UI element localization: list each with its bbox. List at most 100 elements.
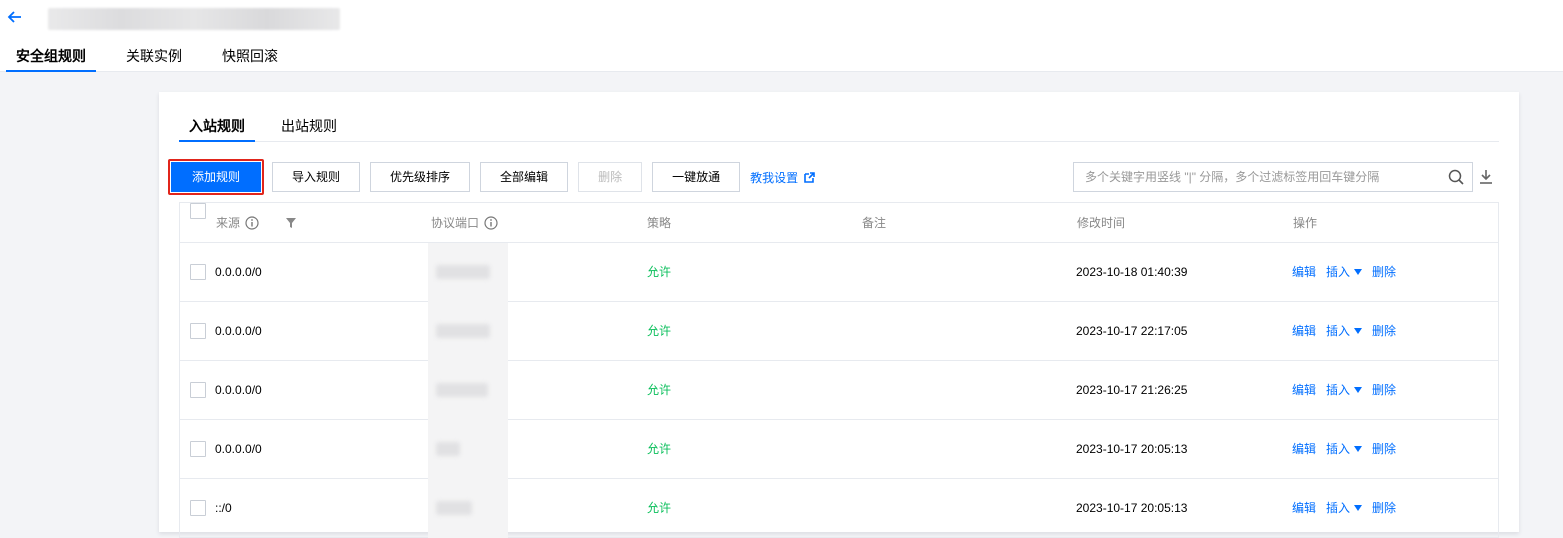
edit-link[interactable]: 编辑 — [1292, 420, 1316, 478]
external-link-icon — [804, 171, 815, 183]
page-tabs: 安全组规则 关联实例 快照回滚 — [6, 42, 308, 72]
info-icon[interactable] — [484, 216, 498, 230]
header-policy: 策略 — [647, 216, 672, 230]
redacted-protocol-port — [428, 420, 508, 479]
search-input[interactable] — [1074, 163, 1434, 191]
table-row: 0.0.0.0/0 允许 2023-10-17 21:26:25 编辑 插入 删除 — [180, 361, 1498, 420]
tab-security-group-rules[interactable]: 安全组规则 — [6, 42, 96, 72]
row-source: 0.0.0.0/0 — [215, 383, 262, 397]
header-modified-time: 修改时间 — [1077, 216, 1126, 230]
row-policy: 允许 — [647, 501, 672, 515]
one-click-allow-button[interactable]: 一键放通 — [652, 162, 741, 192]
tab-associated-instances[interactable]: 关联实例 — [116, 42, 192, 72]
caret-down-icon — [1354, 269, 1363, 275]
row-actions: 编辑 插入 删除 — [1292, 361, 1396, 419]
rules-card: 入站规则 出站规则 添加规则 导入规则 优先级排序 全部编辑 删除 一键放通 教… — [159, 92, 1519, 538]
delete-link[interactable]: 删除 — [1372, 479, 1396, 537]
delete-link[interactable]: 删除 — [1372, 243, 1396, 301]
insert-dropdown[interactable]: 插入 — [1326, 361, 1363, 419]
filter-icon[interactable] — [286, 218, 296, 228]
redacted-protocol-port — [428, 361, 508, 420]
insert-label: 插入 — [1326, 501, 1351, 515]
row-select — [190, 361, 210, 419]
header-protocol-port-label: 协议端口 — [431, 216, 480, 230]
caret-down-icon — [1354, 387, 1363, 393]
row-actions: 编辑 插入 删除 — [1292, 479, 1396, 537]
edit-link[interactable]: 编辑 — [1292, 361, 1316, 419]
row-source: 0.0.0.0/0 — [215, 265, 262, 279]
row-actions: 编辑 插入 删除 — [1292, 420, 1396, 478]
delete-link[interactable]: 删除 — [1372, 420, 1396, 478]
edit-all-button[interactable]: 全部编辑 — [480, 162, 569, 192]
delete-link[interactable]: 删除 — [1372, 361, 1396, 419]
rule-search — [1073, 162, 1473, 192]
caret-down-icon — [1354, 446, 1363, 452]
edit-link[interactable]: 编辑 — [1292, 243, 1316, 301]
table-row: 0.0.0.0/0 允许 2023-10-17 22:17:05 编辑 插入 删除 — [180, 302, 1498, 361]
table-header: 来源 协议端口 策略 备注 修改时间 操作 — [180, 203, 1498, 243]
row-source: 0.0.0.0/0 — [215, 442, 262, 456]
row-source: ::/0 — [215, 501, 232, 515]
table-body: 0.0.0.0/0 允许 2023-10-18 01:40:39 编辑 插入 删除 0.0.… — [180, 243, 1498, 538]
insert-label: 插入 — [1326, 265, 1351, 279]
insert-label: 插入 — [1326, 324, 1351, 338]
tab-inbound-rules[interactable]: 入站规则 — [179, 110, 255, 142]
download-icon[interactable] — [1479, 169, 1493, 185]
redacted-protocol-port — [428, 302, 508, 361]
info-icon[interactable] — [245, 216, 259, 230]
rule-direction-tabs: 入站规则 出站规则 — [179, 110, 1499, 142]
import-rules-button[interactable]: 导入规则 — [272, 162, 361, 192]
tab-outbound-rules[interactable]: 出站规则 — [271, 110, 347, 142]
row-modified-time: 2023-10-17 20:05:13 — [1076, 442, 1188, 456]
table-row: ::/0 允许 2023-10-17 20:05:13 编辑 插入 删除 — [180, 479, 1498, 538]
priority-sort-button[interactable]: 优先级排序 — [370, 162, 471, 192]
caret-down-icon — [1354, 505, 1363, 511]
edit-link[interactable]: 编辑 — [1292, 479, 1316, 537]
select-all-checkbox[interactable] — [190, 203, 206, 219]
insert-dropdown[interactable]: 插入 — [1326, 302, 1363, 360]
row-checkbox[interactable] — [190, 264, 206, 280]
row-checkbox[interactable] — [190, 500, 206, 516]
tab-snapshot-rollback[interactable]: 快照回滚 — [212, 42, 288, 72]
header-remark: 备注 — [862, 216, 887, 230]
table-row: 0.0.0.0/0 允许 2023-10-18 01:40:39 编辑 插入 删除 — [180, 243, 1498, 302]
row-checkbox[interactable] — [190, 323, 206, 339]
row-policy: 允许 — [647, 265, 672, 279]
header-protocol-port: 协议端口 — [431, 203, 498, 243]
redacted-page-title — [48, 8, 340, 30]
row-checkbox[interactable] — [190, 441, 206, 457]
row-policy: 允许 — [647, 383, 672, 397]
row-actions: 编辑 插入 删除 — [1292, 302, 1396, 360]
delete-button[interactable]: 删除 — [578, 162, 643, 192]
teach-me-label: 教我设置 — [750, 170, 799, 185]
add-rule-button[interactable]: 添加规则 — [171, 162, 262, 192]
row-modified-time: 2023-10-18 01:40:39 — [1076, 265, 1188, 279]
rules-toolbar: 添加规则 导入规则 优先级排序 全部编辑 删除 一键放通 教我设置 — [168, 159, 815, 195]
add-rule-highlight: 添加规则 — [168, 159, 265, 195]
teach-me-link[interactable]: 教我设置 — [750, 169, 815, 186]
top-bar: 安全组规则 关联实例 快照回滚 — [0, 0, 1563, 72]
row-checkbox[interactable] — [190, 382, 206, 398]
delete-link[interactable]: 删除 — [1372, 302, 1396, 360]
row-policy: 允许 — [647, 442, 672, 456]
row-modified-time: 2023-10-17 20:05:13 — [1076, 501, 1188, 515]
insert-dropdown[interactable]: 插入 — [1326, 243, 1363, 301]
row-select — [190, 420, 210, 478]
row-select — [190, 302, 210, 360]
row-select — [190, 479, 210, 537]
header-source-label: 来源 — [216, 216, 241, 230]
rules-table: 来源 协议端口 策略 备注 修改时间 操作 0.0.0.0/0 允许 2023-… — [179, 202, 1499, 538]
table-row: 0.0.0.0/0 允许 2023-10-17 20:05:13 编辑 插入 删除 — [180, 420, 1498, 479]
back-arrow-icon[interactable] — [6, 8, 24, 26]
insert-dropdown[interactable]: 插入 — [1326, 420, 1363, 478]
header-source: 来源 — [216, 203, 259, 243]
insert-label: 插入 — [1326, 442, 1351, 456]
edit-link[interactable]: 编辑 — [1292, 302, 1316, 360]
row-actions: 编辑 插入 删除 — [1292, 243, 1396, 301]
row-select — [190, 243, 210, 301]
insert-label: 插入 — [1326, 383, 1351, 397]
search-icon[interactable] — [1448, 169, 1464, 185]
header-select-all — [190, 203, 206, 219]
redacted-protocol-port — [428, 479, 508, 538]
insert-dropdown[interactable]: 插入 — [1326, 479, 1363, 537]
